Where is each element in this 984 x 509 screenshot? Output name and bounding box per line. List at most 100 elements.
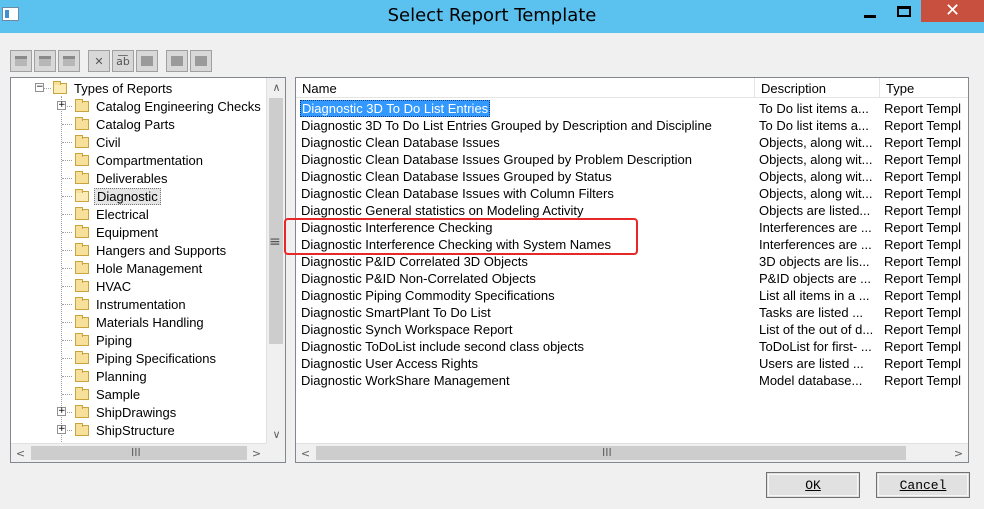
list-view-button[interactable] (166, 50, 188, 72)
scroll-up-icon[interactable]: ∧ (267, 78, 285, 97)
list-item-name: Diagnostic WorkShare Management (296, 372, 755, 389)
scroll-right-icon[interactable]: > (949, 444, 968, 462)
tree-item-civil[interactable]: Civil (75, 133, 123, 151)
tree-item-sample[interactable]: Sample (75, 385, 142, 403)
rename-button[interactable]: a͞b (112, 50, 134, 72)
ok-button[interactable]: OK (766, 472, 860, 498)
properties-button[interactable] (58, 50, 80, 72)
expand-icon[interactable]: + (57, 101, 66, 110)
list-item-description-text: List of the out of d... (759, 322, 874, 337)
report-type-tree[interactable]: − Types of Reports + Catalog Engineering Ch… (10, 77, 286, 463)
tree-item-catalog-engineering-checks[interactable]: Catalog Engineering Checks (75, 97, 263, 115)
folder-icon (75, 386, 89, 400)
expand-icon[interactable]: + (57, 407, 66, 416)
expand-icon[interactable]: + (57, 425, 66, 434)
list-item-name-text: Diagnostic User Access Rights (301, 356, 479, 371)
list-item-name-text: Diagnostic 3D To Do List Entries (300, 100, 491, 117)
edit-icon (141, 56, 153, 66)
tree-item-shipstructure[interactable]: ShipStructure (75, 421, 177, 439)
tree-connector (62, 394, 72, 395)
new-item-button[interactable] (34, 50, 56, 72)
maximize-button[interactable] (887, 0, 921, 22)
list-item-description-text: List all items in a ... (759, 288, 870, 303)
list-item[interactable]: Diagnostic ToDoList include second class… (296, 338, 968, 355)
new-folder-button[interactable] (10, 50, 32, 72)
tree-item-equipment[interactable]: Equipment (75, 223, 160, 241)
list-item[interactable]: Diagnostic Clean Database Issues Grouped… (296, 151, 968, 168)
list-item-description-text: ToDoList for first- ... (759, 339, 872, 354)
cancel-button[interactable]: Cancel (876, 472, 970, 498)
title-bar: Select Report Template ✕ (0, 0, 984, 33)
delete-button[interactable]: ✕ (88, 50, 110, 72)
tree-item-hvac[interactable]: HVAC (75, 277, 133, 295)
tree-item-diagnostic[interactable]: Diagnostic (75, 187, 161, 205)
list-item[interactable]: Diagnostic 3D To Do List Entries Grouped… (296, 117, 968, 134)
tree-item-hole-management[interactable]: Hole Management (75, 259, 204, 277)
list-item[interactable]: Diagnostic 3D To Do List Entries To Do li… (296, 100, 968, 117)
column-header-name[interactable]: Name (296, 78, 755, 98)
tree-root-types-of-reports[interactable]: Types of Reports (53, 79, 174, 97)
tree-item-instrumentation[interactable]: Instrumentation (75, 295, 188, 313)
list-item-type: Report Templ (880, 321, 968, 338)
tree-item-materials-handling[interactable]: Materials Handling (75, 313, 206, 331)
column-header-description[interactable]: Description (755, 78, 880, 98)
list-item-description-text: Model database... (759, 373, 863, 388)
tree-item-compartmentation[interactable]: Compartmentation (75, 151, 205, 169)
tree-connector (62, 178, 72, 179)
list-item-type-text: Report Templ (884, 186, 962, 201)
list-item[interactable]: Diagnostic Clean Database Issues Objects,… (296, 134, 968, 151)
report-template-list[interactable]: Name Description Type Diagnostic 3D To Do … (295, 77, 969, 463)
new-folder-icon (15, 56, 27, 66)
list-item-name-text: Diagnostic General statistics on Modelin… (301, 203, 584, 218)
list-horizontal-scrollbar[interactable]: < III > (296, 443, 968, 462)
minimize-button[interactable] (853, 0, 887, 22)
ok-button-label: OK (805, 477, 821, 493)
tree-item-label: ShipDrawings (96, 404, 177, 420)
list-item-name: Diagnostic Clean Database Issues (296, 134, 755, 151)
tree-connector (62, 268, 72, 269)
tree-item-planning[interactable]: Planning (75, 367, 149, 385)
list-item-type: Report Templ (880, 304, 968, 321)
list-item[interactable]: Diagnostic Clean Database Issues Grouped… (296, 168, 968, 185)
tree-item-shipdrawings[interactable]: ShipDrawings (75, 403, 178, 421)
list-item-name: Diagnostic General statistics on Modelin… (296, 202, 755, 219)
scroll-right-icon[interactable]: > (247, 444, 266, 462)
edit-button[interactable] (136, 50, 158, 72)
tree-connector (62, 160, 72, 161)
scroll-down-icon[interactable]: ∨ (267, 425, 285, 444)
tree-item-deliverables[interactable]: Deliverables (75, 169, 170, 187)
list-item[interactable]: Diagnostic P&ID Non-Correlated Objects P&… (296, 270, 968, 287)
tree-vscroll-thumb[interactable] (269, 98, 283, 344)
list-item[interactable]: Diagnostic WorkShare Management Model dat… (296, 372, 968, 389)
list-item[interactable]: Diagnostic General statistics on Modelin… (296, 202, 968, 219)
tree-item-catalog-parts[interactable]: Catalog Parts (75, 115, 177, 133)
list-item-type: Report Templ (880, 219, 968, 236)
details-view-icon (195, 56, 207, 66)
tree-item-piping[interactable]: Piping (75, 331, 134, 349)
list-item[interactable]: Diagnostic P&ID Correlated 3D Objects 3D … (296, 253, 968, 270)
list-item-type-text: Report Templ (884, 118, 962, 133)
tree-connector (62, 142, 72, 143)
list-item-description: To Do list items a... (755, 100, 880, 117)
tree-item-electrical[interactable]: Electrical (75, 205, 151, 223)
list-item[interactable]: Diagnostic Piping Commodity Specificatio… (296, 287, 968, 304)
scroll-left-icon[interactable]: < (11, 444, 30, 462)
splitter-grip-icon[interactable]: ≡ (269, 234, 281, 250)
list-item[interactable]: Diagnostic Clean Database Issues with Co… (296, 185, 968, 202)
tree-item-hangers-and-supports[interactable]: Hangers and Supports (75, 241, 228, 259)
list-header: Name Description Type (296, 78, 968, 98)
close-button[interactable]: ✕ (921, 0, 984, 22)
list-item[interactable]: Diagnostic User Access Rights Users are l… (296, 355, 968, 372)
tree-vertical-scrollbar[interactable]: ∧ ∨ (266, 78, 285, 444)
list-item[interactable]: Diagnostic SmartPlant To Do List Tasks ar… (296, 304, 968, 321)
tree-item-piping-specifications[interactable]: Piping Specifications (75, 349, 218, 367)
list-item-description-text: Objects, along wit... (759, 152, 873, 167)
collapse-icon[interactable]: − (35, 83, 44, 92)
scroll-left-icon[interactable]: < (296, 444, 315, 462)
tree-horizontal-scrollbar[interactable]: < III > (11, 443, 267, 462)
list-item-description-text: Interferences are ... (759, 237, 872, 252)
tree-connector (62, 340, 72, 341)
details-view-button[interactable] (190, 50, 212, 72)
column-header-type[interactable]: Type (880, 78, 968, 98)
list-item[interactable]: Diagnostic Synch Workspace Report List of… (296, 321, 968, 338)
